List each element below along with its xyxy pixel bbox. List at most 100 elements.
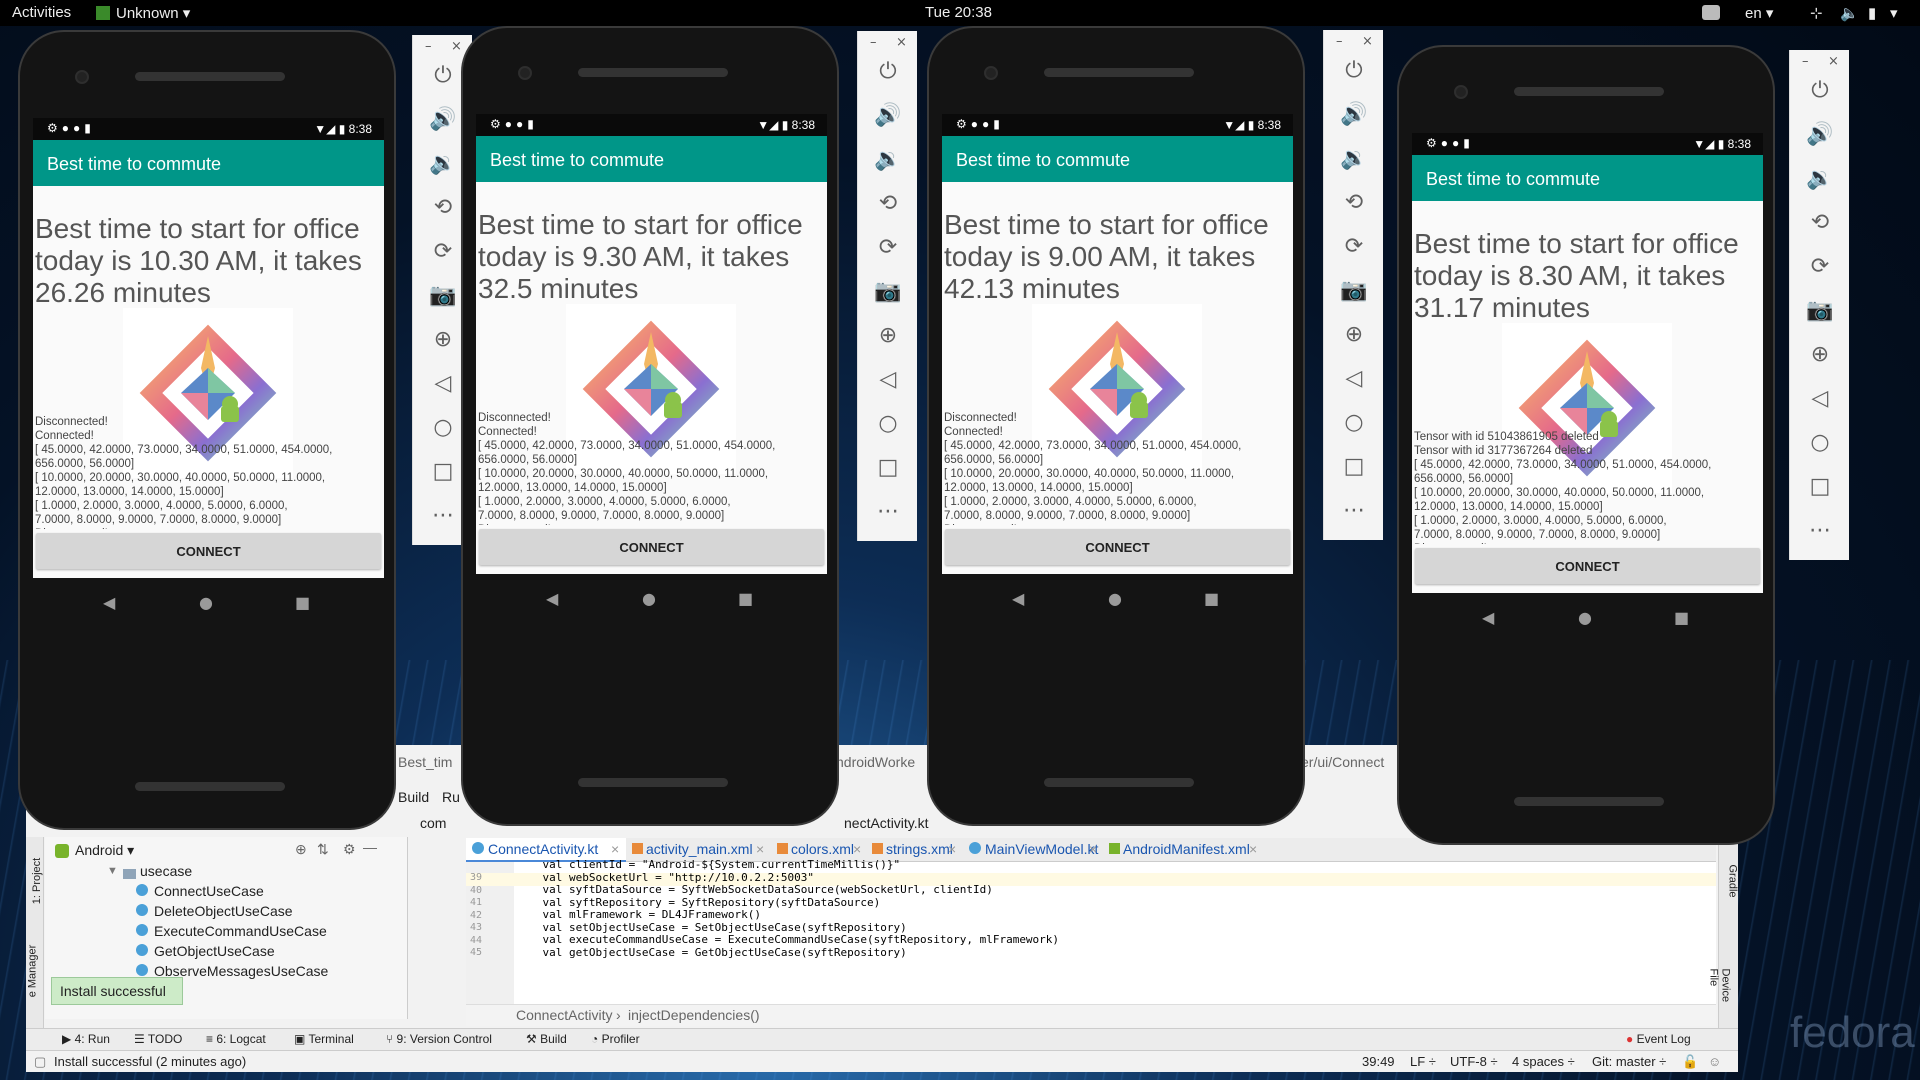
- device-screen[interactable]: ⚙●●▮ ▼◢ ▮ 8:38 Best time to commute Best ti…: [942, 114, 1293, 695]
- home-nav-icon[interactable]: ●: [1108, 589, 1122, 608]
- project-view-selector[interactable]: Android ▾: [75, 842, 134, 859]
- expand-arrow-icon[interactable]: ▼: [107, 865, 118, 877]
- volume-up-icon[interactable]: 🔊: [1324, 102, 1384, 127]
- breadcrumb-method[interactable]: injectDependencies(): [628, 1007, 760, 1023]
- tree-item[interactable]: GetObjectUseCase: [136, 943, 275, 961]
- home-nav-icon[interactable]: ●: [199, 593, 213, 612]
- device-manager-side-tab[interactable]: e Manager: [26, 945, 38, 998]
- rotate-right-icon[interactable]: ⟳: [1324, 234, 1384, 259]
- volume-icon[interactable]: 🔈: [1840, 4, 1859, 22]
- more-icon[interactable]: ⋯: [1324, 498, 1384, 523]
- git-branch[interactable]: Git: master ÷: [1592, 1054, 1666, 1069]
- recents-nav-icon[interactable]: ■: [1674, 608, 1689, 627]
- cursor-position[interactable]: 39:49: [1362, 1054, 1395, 1069]
- back-nav-icon[interactable]: ◀: [1012, 589, 1024, 608]
- app-menu[interactable]: Unknown ▾: [116, 4, 190, 22]
- network-icon[interactable]: ⊹: [1810, 4, 1823, 22]
- menu-run[interactable]: Ru: [442, 789, 460, 805]
- zoom-icon[interactable]: ⊕: [1790, 342, 1850, 367]
- breadcrumb-class[interactable]: ConnectActivity: [516, 1007, 612, 1023]
- back-nav-icon[interactable]: ◀: [546, 589, 558, 608]
- nav-crumb-com[interactable]: com: [420, 815, 446, 831]
- file-encoding[interactable]: UTF-8 ÷: [1450, 1054, 1498, 1069]
- volume-down-icon[interactable]: 🔉: [1324, 146, 1384, 171]
- close-icon[interactable]: ×: [896, 35, 907, 50]
- tree-item[interactable]: DeleteObjectUseCase: [136, 903, 293, 921]
- overview-icon[interactable]: □: [1324, 454, 1384, 479]
- build-tab[interactable]: ⚒ Build: [526, 1032, 567, 1046]
- back-nav-icon[interactable]: ◀: [103, 593, 115, 612]
- power-icon[interactable]: ⏻: [1324, 58, 1384, 83]
- connect-button[interactable]: CONNECT: [945, 529, 1290, 565]
- volume-down-icon[interactable]: 🔉: [858, 147, 918, 172]
- connect-button[interactable]: CONNECT: [479, 529, 824, 565]
- rotate-right-icon[interactable]: ⟳: [858, 235, 918, 260]
- menu-build[interactable]: Build: [398, 789, 429, 805]
- terminal-tab[interactable]: ▣ Terminal: [294, 1032, 354, 1046]
- more-icon[interactable]: ⋯: [1790, 518, 1850, 543]
- project-side-tab[interactable]: 1: Project: [31, 858, 43, 904]
- device-screen[interactable]: ⚙●●▮ ▼◢ ▮ 8:38 Best time to commute Best ti…: [476, 114, 827, 695]
- minimize-icon[interactable]: –: [1802, 54, 1809, 69]
- hide-panel-icon[interactable]: —: [363, 839, 377, 855]
- line-separator[interactable]: LF ÷: [1410, 1054, 1436, 1069]
- battery-icon[interactable]: ▮: [1868, 4, 1876, 22]
- back-icon[interactable]: ◁: [1790, 386, 1850, 411]
- zoom-icon[interactable]: ⊕: [1324, 322, 1384, 347]
- code-editor[interactable]: 39 40 41 42 43 44 45 val clientId = "Android-$…: [466, 858, 1716, 1004]
- lock-icon[interactable]: 🔓: [1682, 1054, 1698, 1070]
- connect-button[interactable]: CONNECT: [1415, 548, 1760, 584]
- logcat-tab[interactable]: ≡ 6: Logcat: [206, 1032, 266, 1046]
- close-tab-icon[interactable]: ×: [853, 841, 861, 857]
- system-menu-icon[interactable]: ▾: [1890, 4, 1898, 22]
- run-tab[interactable]: ▶ 4: Run: [62, 1032, 110, 1046]
- tree-item[interactable]: ConnectUseCase: [136, 883, 264, 901]
- profiler-tab[interactable]: ◔ Profiler: [591, 1032, 640, 1046]
- connect-button[interactable]: CONNECT: [36, 533, 381, 569]
- rotate-left-icon[interactable]: ⟲: [1324, 190, 1384, 215]
- overview-icon[interactable]: □: [1790, 474, 1850, 499]
- close-icon[interactable]: ×: [1362, 34, 1373, 49]
- collapse-icon[interactable]: ⇅: [317, 841, 329, 858]
- tree-folder-usecase[interactable]: usecase: [140, 863, 192, 879]
- overview-icon[interactable]: □: [858, 455, 918, 480]
- zoom-icon[interactable]: ⊕: [858, 323, 918, 348]
- settings-gear-icon[interactable]: ⚙: [343, 841, 356, 858]
- activities-button[interactable]: Activities: [12, 4, 71, 21]
- home-icon[interactable]: ○: [858, 411, 918, 436]
- screenshot-icon[interactable]: 📷: [858, 279, 918, 304]
- device-screen[interactable]: ⚙●●▮ ▼◢ ▮ 8:38 Best time to commute Best ti…: [1412, 133, 1763, 714]
- minimize-icon[interactable]: –: [425, 39, 432, 54]
- close-tab-icon[interactable]: ×: [948, 841, 956, 857]
- recents-nav-icon[interactable]: ■: [738, 589, 753, 608]
- install-toast[interactable]: Install successful: [51, 977, 183, 1005]
- recents-nav-icon[interactable]: ■: [295, 593, 310, 612]
- device-file-side-tab[interactable]: Device File: [1708, 969, 1732, 1006]
- close-tab-icon[interactable]: ×: [1089, 841, 1097, 857]
- home-nav-icon[interactable]: ●: [642, 589, 656, 608]
- volume-down-icon[interactable]: 🔉: [1790, 166, 1850, 191]
- gradle-side-tab[interactable]: Gradle: [1727, 864, 1739, 897]
- version-control-tab[interactable]: ⑂ 9: Version Control: [386, 1032, 492, 1046]
- tab-androidmanifest[interactable]: AndroidManifest.xml ×: [1103, 838, 1263, 862]
- indent-setting[interactable]: 4 spaces ÷: [1512, 1054, 1575, 1069]
- back-nav-icon[interactable]: ◀: [1482, 608, 1494, 627]
- close-tab-icon[interactable]: ×: [1249, 841, 1257, 857]
- back-icon[interactable]: ◁: [858, 367, 918, 392]
- power-icon[interactable]: ⏻: [1790, 78, 1850, 103]
- status-toggle-icon[interactable]: ▢: [34, 1054, 46, 1070]
- tree-item[interactable]: ExecuteCommandUseCase: [136, 923, 327, 941]
- home-nav-icon[interactable]: ●: [1578, 608, 1592, 627]
- rotate-left-icon[interactable]: ⟲: [858, 191, 918, 216]
- event-log-tab[interactable]: ● Event Log: [1626, 1032, 1691, 1046]
- rotate-right-icon[interactable]: ⟳: [1790, 254, 1850, 279]
- language-menu[interactable]: en ▾: [1745, 4, 1773, 22]
- close-tab-icon[interactable]: ×: [756, 841, 764, 857]
- close-icon[interactable]: ×: [1828, 54, 1839, 69]
- home-icon[interactable]: ○: [1324, 410, 1384, 435]
- close-tab-icon[interactable]: ×: [611, 841, 619, 857]
- screenshot-icon[interactable]: 📷: [1790, 298, 1850, 323]
- device-screen[interactable]: ⚙●●▮ ▼◢ ▮ 8:38 Best time to commute Best ti…: [33, 118, 384, 699]
- clock[interactable]: Tue 20:38: [925, 4, 992, 21]
- home-icon[interactable]: ○: [1790, 430, 1850, 455]
